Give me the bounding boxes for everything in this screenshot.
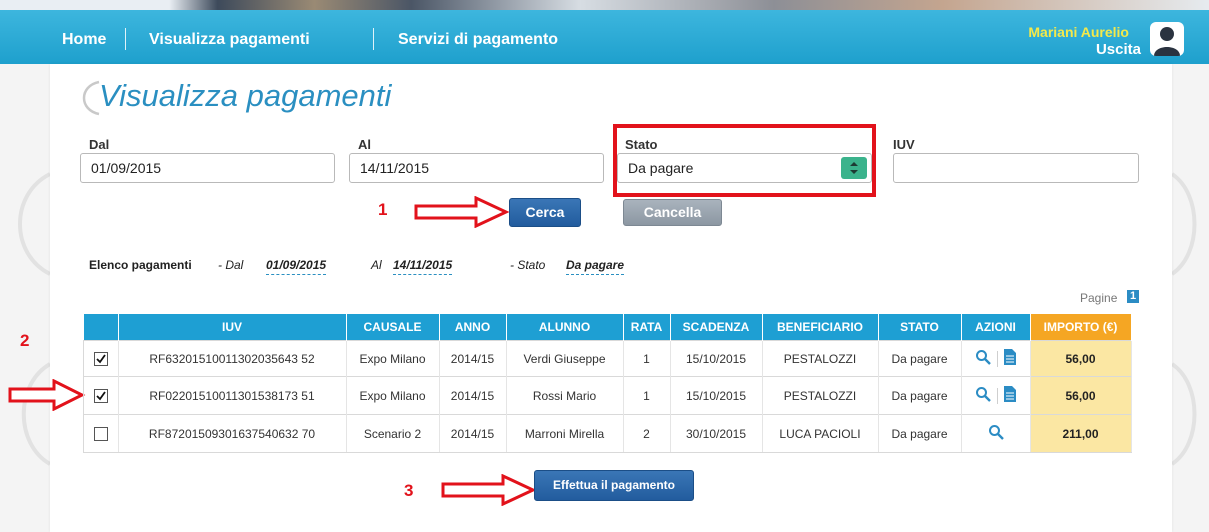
cell-importo: 56,00 xyxy=(1030,376,1132,415)
table-row: RF63201510011302035643 52 Expo Milano 20… xyxy=(83,340,1132,377)
col-header-rata[interactable]: RATA xyxy=(623,314,671,341)
cell-stato: Da pagare xyxy=(878,376,962,415)
cell-anno: 2014/15 xyxy=(439,414,507,453)
table-header-row: IUV CAUSALE ANNO ALUNNO RATA SCADENZA BE… xyxy=(83,314,1132,341)
content-panel xyxy=(50,64,1172,532)
col-header-anno[interactable]: ANNO xyxy=(439,314,507,341)
col-header-causale[interactable]: CAUSALE xyxy=(346,314,440,341)
step-1-label: 1 xyxy=(378,200,388,219)
summary-stato-label: - Stato xyxy=(510,258,546,272)
magnifier-icon[interactable] xyxy=(975,386,991,405)
user-name: Mariani Aurelio xyxy=(1028,24,1129,40)
checkbox-checked-icon[interactable] xyxy=(93,351,108,366)
step-3-label: 3 xyxy=(404,481,414,500)
cell-rata: 2 xyxy=(623,414,671,453)
checkbox-checked-icon[interactable] xyxy=(93,388,108,403)
action-separator xyxy=(997,387,998,404)
magnifier-icon[interactable] xyxy=(975,349,991,368)
cell-anno: 2014/15 xyxy=(439,340,507,377)
col-header-select xyxy=(83,314,119,341)
right-arrow-icon xyxy=(414,196,510,228)
summary-title: Elenco pagamenti xyxy=(89,258,192,272)
cell-beneficiario: LUCA PACIOLI xyxy=(762,414,879,453)
col-header-alunno[interactable]: ALUNNO xyxy=(506,314,624,341)
summary-al-value: 14/11/2015 xyxy=(393,258,453,275)
pagination-current-page[interactable]: 1 xyxy=(1127,290,1139,303)
document-icon[interactable] xyxy=(1004,349,1016,368)
cell-rata: 1 xyxy=(623,340,671,377)
decorative-swirl-right xyxy=(1172,172,1197,466)
cell-causale: Scenario 2 xyxy=(346,414,440,453)
al-input[interactable]: 14/11/2015 xyxy=(349,153,604,183)
cell-stato: Da pagare xyxy=(878,340,962,377)
checkbox-unchecked-icon[interactable] xyxy=(93,426,108,441)
table-row: RF02201510011301538173 51 Expo Milano 20… xyxy=(83,376,1132,415)
cell-importo: 211,00 xyxy=(1030,414,1132,453)
summary-al-label: Al xyxy=(371,258,382,272)
document-icon[interactable] xyxy=(1004,386,1016,405)
cell-importo: 56,00 xyxy=(1030,340,1132,377)
cell-alunno: Marroni Mirella xyxy=(506,414,624,453)
cell-azioni xyxy=(961,340,1031,377)
cancel-button[interactable]: Cancella xyxy=(623,199,722,226)
pagination-label: Pagine xyxy=(1080,291,1118,305)
col-header-iuv[interactable]: IUV xyxy=(118,314,347,341)
cell-iuv: RF87201509301637540632 70 xyxy=(118,414,347,453)
nav-separator xyxy=(125,28,126,50)
cell-beneficiario: PESTALOZZI xyxy=(762,376,879,415)
cell-scadenza: 15/10/2015 xyxy=(670,376,763,415)
cell-scadenza: 30/10/2015 xyxy=(670,414,763,453)
cell-alunno: Verdi Giuseppe xyxy=(506,340,624,377)
action-separator xyxy=(997,350,998,367)
row-checkbox-cell xyxy=(83,376,119,415)
right-arrow-icon xyxy=(8,379,86,411)
iuv-label: IUV xyxy=(893,137,915,152)
iuv-input[interactable] xyxy=(893,153,1139,183)
col-header-scadenza[interactable]: SCADENZA xyxy=(670,314,763,341)
cell-azioni xyxy=(961,376,1031,415)
nav-separator xyxy=(373,28,374,50)
col-header-azioni: AZIONI xyxy=(961,314,1031,341)
cell-stato: Da pagare xyxy=(878,414,962,453)
summary-dal-label: - Dal xyxy=(218,258,244,272)
summary-dal-value: 01/09/2015 xyxy=(266,258,327,275)
cell-alunno: Rossi Mario xyxy=(506,376,624,415)
nav-visualizza-pagamenti[interactable]: Visualizza pagamenti xyxy=(149,31,310,49)
cell-beneficiario: PESTALOZZI xyxy=(762,340,879,377)
cell-anno: 2014/15 xyxy=(439,376,507,415)
right-arrow-icon xyxy=(441,474,537,506)
al-label: Al xyxy=(358,137,371,152)
col-header-stato[interactable]: STATO xyxy=(878,314,962,341)
cell-iuv: RF63201510011302035643 52 xyxy=(118,340,347,377)
cell-iuv: RF02201510011301538173 51 xyxy=(118,376,347,415)
decorative-swirl-left xyxy=(18,172,50,466)
magnifier-icon[interactable] xyxy=(988,424,1004,443)
table-row: RF87201509301637540632 70 Scenario 2 201… xyxy=(83,414,1132,453)
col-header-importo[interactable]: IMPORTO (€) xyxy=(1030,314,1132,341)
col-header-beneficiario[interactable]: BENEFICIARIO xyxy=(762,314,879,341)
step-2-label: 2 xyxy=(20,331,30,350)
logout-link[interactable]: Uscita xyxy=(1096,41,1141,58)
user-avatar-icon[interactable] xyxy=(1150,22,1184,56)
nav-servizi-pagamento[interactable]: Servizi di pagamento xyxy=(398,31,558,49)
summary-stato-value: Da pagare xyxy=(566,258,625,275)
dal-input[interactable]: 01/09/2015 xyxy=(80,153,335,183)
pay-button[interactable]: Effettua il pagamento xyxy=(534,470,694,501)
search-button[interactable]: Cerca xyxy=(509,198,581,227)
payments-table: IUV CAUSALE ANNO ALUNNO RATA SCADENZA BE… xyxy=(83,314,1132,453)
dal-label: Dal xyxy=(89,137,110,152)
cell-azioni xyxy=(961,414,1031,453)
cell-causale: Expo Milano xyxy=(346,376,440,415)
nav-home[interactable]: Home xyxy=(62,31,106,49)
row-checkbox-cell xyxy=(83,414,119,453)
cell-scadenza: 15/10/2015 xyxy=(670,340,763,377)
page-title: Visualizza pagamenti xyxy=(99,78,392,113)
nav-bar: Home Visualizza pagamenti Servizi di pag… xyxy=(0,10,1209,64)
cell-causale: Expo Milano xyxy=(346,340,440,377)
cell-rata: 1 xyxy=(623,376,671,415)
annotation-highlight-box xyxy=(613,124,876,197)
row-checkbox-cell xyxy=(83,340,119,377)
top-banner-strip xyxy=(0,0,1209,10)
